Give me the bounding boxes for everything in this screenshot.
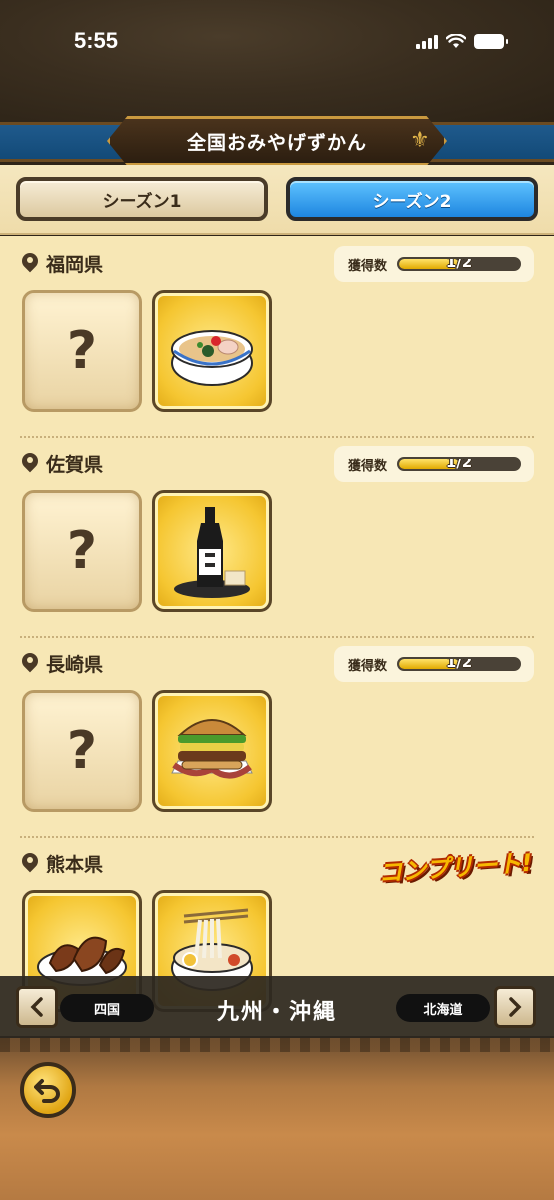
prefecture-section: 福岡県 獲得数 1/2 ? [0, 236, 554, 436]
progress-bar: 1/2 [397, 257, 522, 271]
count-text: 1/2 [445, 257, 473, 271]
question-mark-icon: ? [66, 721, 98, 781]
burger-icon [171, 719, 253, 779]
status-icons [416, 34, 508, 49]
page-title: 全国おみやげずかん [186, 131, 367, 154]
bottom-panel [0, 1038, 554, 1200]
prefecture-header: 熊本県 [20, 850, 103, 877]
divider [20, 836, 534, 838]
prefecture-name: 熊本県 [46, 854, 104, 876]
prev-region-button[interactable] [16, 986, 58, 1028]
location-pin-icon [20, 253, 40, 275]
souvenir-slot[interactable] [152, 290, 272, 412]
tab-season-2[interactable]: シーズン2 [286, 177, 538, 221]
tab-season-1[interactable]: シーズン1 [16, 177, 268, 221]
souvenir-slot[interactable] [152, 690, 272, 812]
question-mark-icon: ? [66, 321, 98, 381]
prev-region-label[interactable]: 四国 [60, 994, 154, 1022]
souvenir-list[interactable]: 福岡県 獲得数 1/2 ? 佐賀県 獲得数 1/2 ? 長崎県 獲得数 1/2 … [0, 236, 554, 1036]
question-mark-icon: ? [66, 521, 98, 581]
chevron-right-icon [509, 997, 522, 1017]
next-region-button[interactable] [494, 986, 536, 1028]
count-text: 1/2 [445, 657, 473, 671]
ramen-icon [171, 330, 253, 386]
fleur-icon: ⚜ [410, 128, 430, 153]
souvenir-slot-unknown[interactable]: ? [22, 690, 142, 812]
return-arrow-icon [34, 1079, 60, 1103]
title-plate: 全国おみやげずかん [107, 116, 447, 166]
count-label: 獲得数 [348, 658, 388, 674]
location-pin-icon [20, 653, 40, 675]
battery-icon [474, 34, 508, 49]
sake-bottle-icon [174, 507, 250, 598]
current-region: 九州・沖縄 [216, 1000, 337, 1025]
count-label: 獲得数 [348, 258, 388, 274]
prefecture-header: 長崎県 [20, 650, 103, 677]
acquired-count: 獲得数 1/2 [334, 246, 534, 282]
progress-bar: 1/2 [397, 657, 522, 671]
bottom-trim [0, 1038, 554, 1052]
status-bar: 5:55 [0, 0, 554, 122]
progress-bar: 1/2 [397, 457, 522, 471]
souvenir-slot[interactable] [152, 490, 272, 612]
prefecture-header: 佐賀県 [20, 450, 103, 477]
count-text: 1/2 [445, 457, 473, 471]
complete-badge: コンプリート! [377, 848, 533, 888]
acquired-count: 獲得数 1/2 [334, 446, 534, 482]
divider [20, 636, 534, 638]
souvenir-slot-unknown[interactable]: ? [22, 290, 142, 412]
back-button[interactable] [20, 1062, 76, 1118]
status-time: 5:55 [74, 28, 119, 53]
count-label: 獲得数 [348, 458, 388, 474]
divider [20, 436, 534, 438]
prefecture-name: 佐賀県 [46, 454, 104, 476]
chevron-left-icon [30, 997, 43, 1017]
prefecture-section: 佐賀県 獲得数 1/2 ? [0, 436, 554, 636]
signal-icon [416, 34, 438, 49]
prefecture-name: 福岡県 [46, 254, 104, 276]
wifi-icon [446, 34, 466, 48]
prefecture-section: 長崎県 獲得数 1/2 ? [0, 636, 554, 836]
prefecture-header: 福岡県 [20, 250, 103, 277]
souvenir-slot-unknown[interactable]: ? [22, 490, 142, 612]
next-region-label[interactable]: 北海道 [396, 994, 490, 1022]
prefecture-name: 長崎県 [46, 654, 104, 676]
acquired-count: 獲得数 1/2 [334, 646, 534, 682]
location-pin-icon [20, 853, 40, 875]
location-pin-icon [20, 453, 40, 475]
